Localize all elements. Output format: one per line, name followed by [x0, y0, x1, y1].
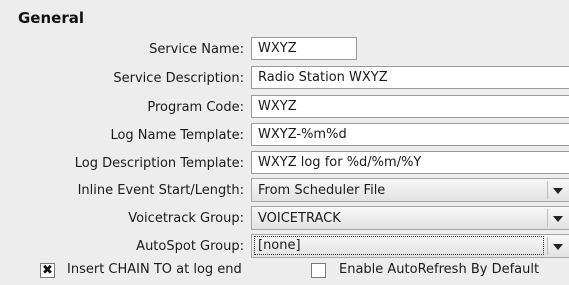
service-name-label: Service Name: [149, 42, 244, 57]
voicetrack-group-label: Voicetrack Group: [128, 211, 244, 226]
enable-autorefresh-label[interactable]: Enable AutoRefresh By Default [339, 262, 539, 277]
log-name-template-label: Log Name Template: [110, 128, 244, 143]
program-code-label: Program Code: [147, 100, 244, 115]
log-name-template-row: Log Name Template: WXYZ-%m%d [0, 123, 569, 149]
service-name-row: Service Name: WXYZ [0, 37, 569, 63]
log-name-template-input[interactable]: WXYZ-%m%d [251, 123, 569, 146]
section-title-general: General [18, 9, 84, 27]
log-description-template-input[interactable]: WXYZ log for %d/%m/%Y [251, 151, 569, 174]
dropdown-separator [547, 181, 548, 199]
autospot-group-row: AutoSpot Group: [none] [0, 234, 569, 260]
inline-event-value: From Scheduler File [258, 183, 386, 198]
program-code-input[interactable]: WXYZ [251, 95, 569, 118]
inline-event-row: Inline Event Start/Length: From Schedule… [0, 178, 569, 204]
chevron-down-icon[interactable] [553, 244, 563, 250]
service-description-input[interactable]: Radio Station WXYZ [251, 66, 569, 89]
service-description-label: Service Description: [113, 71, 244, 86]
autospot-group-label: AutoSpot Group: [136, 239, 244, 254]
log-description-template-label: Log Description Template: [74, 156, 244, 171]
voicetrack-group-dropdown[interactable]: VOICETRACK [251, 206, 569, 230]
log-description-template-row: Log Description Template: WXYZ log for %… [0, 151, 569, 177]
inline-event-dropdown[interactable]: From Scheduler File [251, 178, 569, 202]
service-description-row: Service Description: Radio Station WXYZ [0, 66, 569, 92]
dropdown-separator [547, 237, 548, 255]
inline-event-label: Inline Event Start/Length: [77, 183, 244, 198]
insert-chain-checkbox[interactable]: ✖ [40, 263, 55, 278]
enable-autorefresh-checkbox[interactable] [311, 263, 326, 278]
dropdown-separator [547, 209, 548, 227]
service-name-input[interactable]: WXYZ [251, 37, 357, 60]
voicetrack-group-row: Voicetrack Group: VOICETRACK [0, 206, 569, 232]
autospot-group-dropdown[interactable]: [none] [251, 234, 569, 258]
autospot-group-value: [none] [254, 236, 544, 255]
checkbox-row: ✖ Insert CHAIN TO at log end Enable Auto… [0, 262, 569, 283]
chevron-down-icon[interactable] [553, 188, 563, 194]
voicetrack-group-value: VOICETRACK [258, 211, 341, 226]
insert-chain-label[interactable]: Insert CHAIN TO at log end [67, 262, 242, 277]
chevron-down-icon[interactable] [553, 216, 563, 222]
program-code-row: Program Code: WXYZ [0, 95, 569, 121]
